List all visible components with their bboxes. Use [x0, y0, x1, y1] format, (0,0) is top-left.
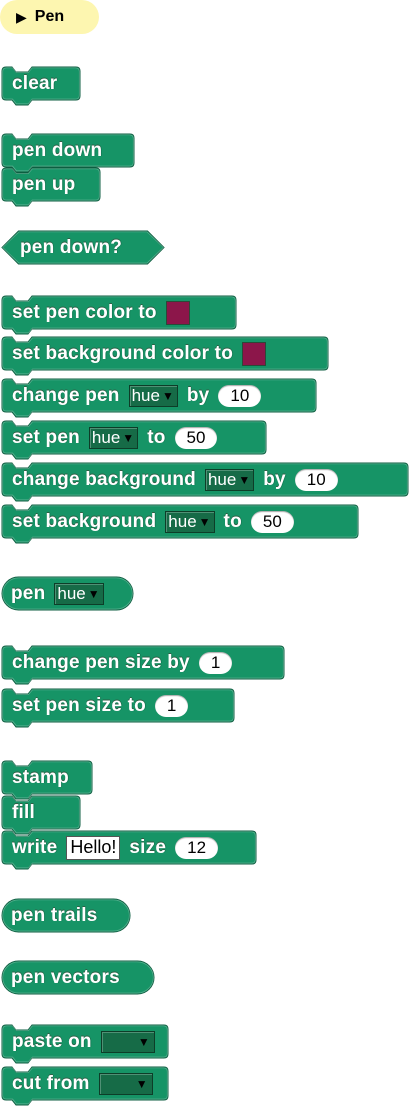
dropdown-slot[interactable]: hue ▼: [204, 468, 255, 491]
block-label: change pen: [12, 384, 120, 406]
color-swatch[interactable]: [242, 341, 267, 366]
block-content: clear: [2, 67, 57, 100]
block-content: set background hue ▼ to 50: [2, 505, 294, 538]
dropdown-arrow-icon: ▼: [135, 1076, 148, 1091]
block-content: set background color to: [2, 337, 267, 370]
block-change-pen-size[interactable]: change pen size by 1: [1, 645, 285, 685]
block-pen-down[interactable]: pen down: [1, 133, 135, 173]
dropdown-arrow-icon: ▼: [238, 472, 251, 487]
block-write[interactable]: write Hello! size 12: [1, 830, 257, 870]
block-pen-hue-reporter[interactable]: pen hue ▼: [1, 576, 134, 615]
block-label: pen up: [12, 173, 76, 195]
block-content: change background hue ▼ by 10: [2, 463, 338, 496]
block-label: size: [129, 836, 167, 858]
block-label: set pen color to: [12, 301, 157, 323]
block-content: fill: [2, 796, 35, 829]
dropdown-slot[interactable]: hue ▼: [88, 426, 139, 449]
block-change-pen-hue[interactable]: change pen hue ▼ by 10: [1, 378, 317, 418]
dropdown-value: hue: [57, 583, 86, 603]
dropdown-arrow-icon: ▼: [87, 586, 100, 601]
block-content: pen down: [2, 134, 102, 167]
block-content: change pen size by 1: [2, 646, 233, 679]
block-content: set pen color to: [2, 296, 190, 329]
dropdown-value: hue: [168, 511, 197, 531]
block-pen-vectors[interactable]: pen vectors: [1, 960, 155, 999]
dropdown-slot[interactable]: ▼: [98, 1072, 153, 1095]
block-cut-from[interactable]: cut from ▼: [1, 1066, 169, 1106]
block-label: to: [147, 426, 166, 448]
block-label: write: [12, 836, 58, 858]
block-label: by: [186, 384, 210, 406]
block-set-pen-size[interactable]: set pen size to 1: [1, 688, 235, 728]
block-content: stamp: [2, 761, 69, 794]
block-label: change pen size by: [12, 651, 190, 673]
block-label: stamp: [12, 766, 69, 788]
number-slot[interactable]: 50: [250, 510, 294, 533]
block-content: write Hello! size 12: [2, 831, 219, 864]
block-clear[interactable]: clear: [1, 66, 81, 106]
number-slot[interactable]: 10: [218, 384, 262, 407]
block-content: pen vectors: [2, 961, 120, 994]
dropdown-value: hue: [131, 385, 160, 405]
block-content: cut from ▼: [2, 1067, 153, 1100]
block-label: set pen size to: [12, 694, 146, 716]
block-label: paste on: [12, 1030, 92, 1052]
block-fill[interactable]: fill: [1, 795, 81, 835]
block-label: pen vectors: [11, 966, 120, 988]
dropdown-value: hue: [91, 427, 121, 447]
block-label: pen: [11, 582, 46, 604]
block-palette: clear pen down pen up pen down? set pen colo…: [0, 0, 416, 1118]
block-label: pen down: [12, 139, 103, 161]
number-slot[interactable]: 1: [198, 651, 233, 674]
block-label: set background color to: [12, 342, 234, 364]
block-stamp[interactable]: stamp: [1, 760, 93, 800]
block-label: by: [263, 468, 286, 490]
block-set-pen-hue[interactable]: set pen hue ▼ to 50: [1, 420, 267, 460]
block-label: change background: [12, 468, 196, 490]
number-slot[interactable]: 50: [174, 426, 218, 449]
number-slot[interactable]: 10: [294, 468, 338, 491]
block-label: pen down?: [20, 236, 123, 258]
dropdown-slot[interactable]: ▼: [100, 1030, 155, 1053]
block-paste-on[interactable]: paste on ▼: [1, 1024, 169, 1064]
block-content: change pen hue ▼ by 10: [2, 379, 262, 412]
dropdown-slot[interactable]: hue ▼: [165, 510, 215, 533]
dropdown-value: hue: [207, 469, 237, 489]
block-pen-up[interactable]: pen up: [1, 167, 101, 207]
block-content: paste on ▼: [2, 1025, 155, 1058]
dropdown-arrow-icon: ▼: [122, 430, 135, 445]
block-content: pen up: [2, 168, 75, 201]
block-content: set pen hue ▼ to 50: [2, 421, 218, 454]
number-slot[interactable]: 12: [175, 836, 219, 859]
block-label: cut from: [12, 1072, 90, 1094]
block-label: to: [223, 510, 242, 532]
block-set-pen-color[interactable]: set pen color to: [1, 295, 237, 335]
dropdown-arrow-icon: ▼: [161, 388, 174, 403]
block-label: clear: [12, 72, 58, 94]
block-label: fill: [12, 801, 35, 823]
block-set-background-color[interactable]: set background color to: [1, 336, 329, 376]
block-content: pen down?: [2, 231, 122, 264]
number-slot[interactable]: 1: [154, 694, 189, 717]
text-slot[interactable]: Hello!: [66, 835, 121, 860]
color-swatch[interactable]: [165, 300, 190, 325]
dropdown-arrow-icon: ▼: [198, 514, 211, 529]
dropdown-slot[interactable]: hue ▼: [54, 582, 104, 605]
block-label: pen trails: [11, 904, 98, 926]
block-content: pen trails: [2, 899, 97, 932]
block-pen-trails[interactable]: pen trails: [1, 898, 131, 937]
block-pen-down-predicate[interactable]: pen down?: [1, 230, 165, 269]
block-content: set pen size to 1: [2, 689, 189, 722]
block-label: set background: [12, 510, 157, 532]
block-set-background-hue[interactable]: set background hue ▼ to 50: [1, 504, 359, 544]
block-content: pen hue ▼: [2, 577, 104, 610]
block-label: set pen: [12, 426, 80, 448]
dropdown-slot[interactable]: hue ▼: [128, 384, 178, 407]
dropdown-arrow-icon: ▼: [137, 1034, 150, 1049]
block-change-background-hue[interactable]: change background hue ▼ by 10: [1, 462, 409, 502]
